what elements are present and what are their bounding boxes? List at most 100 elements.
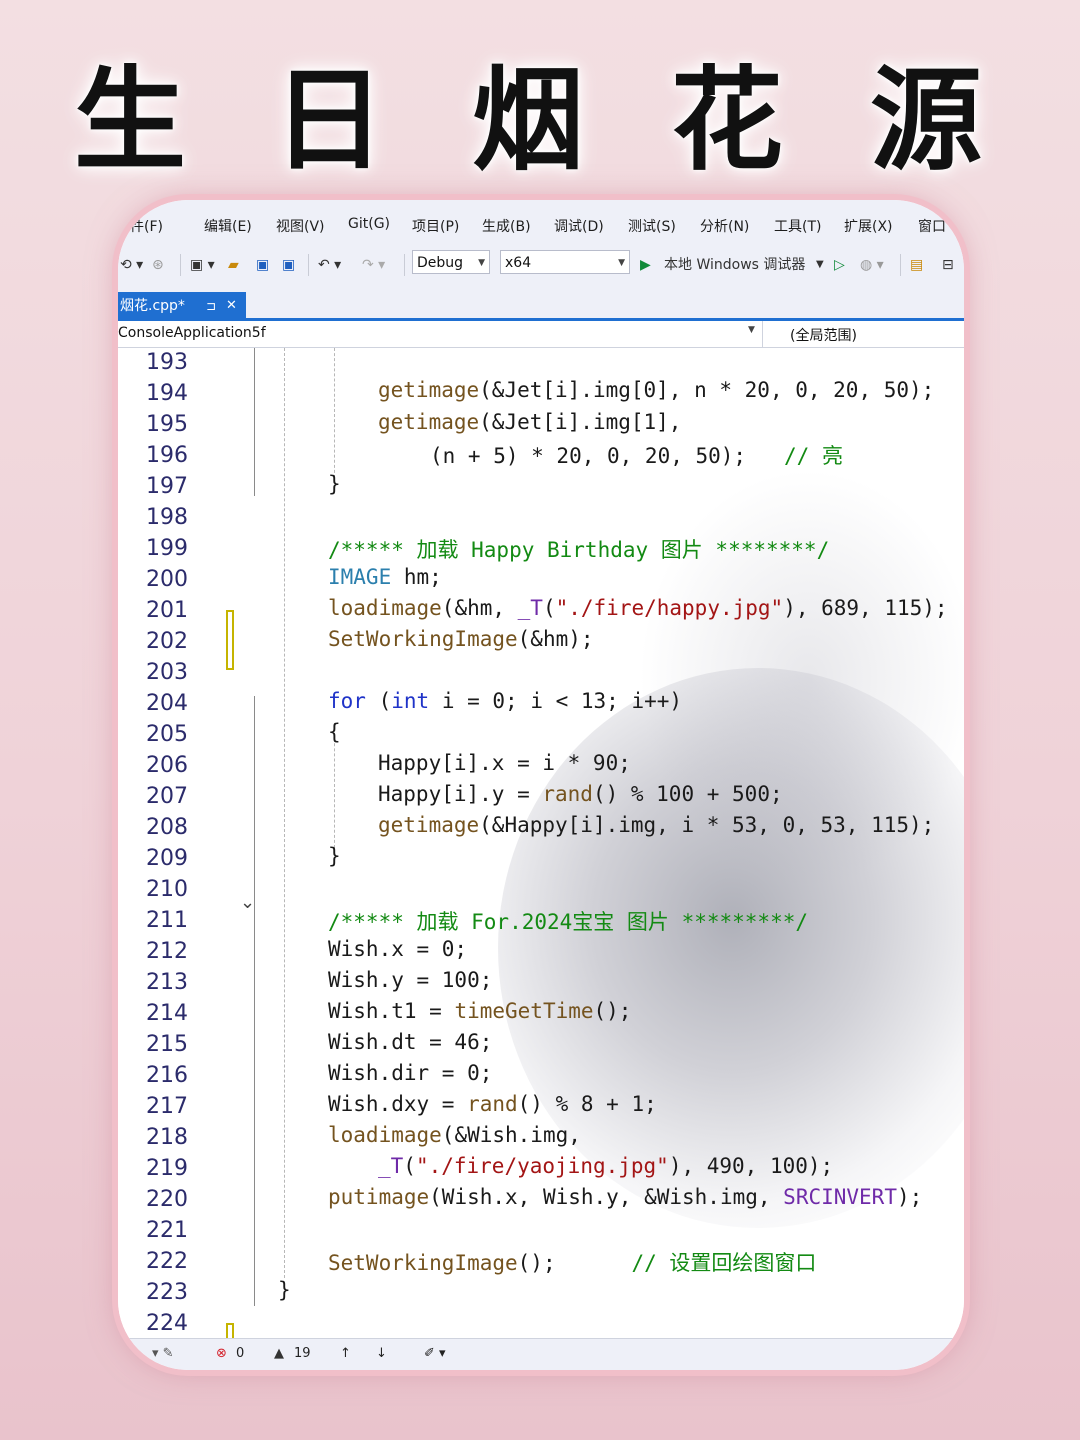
line-number: 202 [146,629,188,654]
code-line-216: Wish.dir = 0; [328,1061,493,1085]
change-marker [226,1323,234,1338]
code-line-208: getimage(&Happy[i].img, i * 53, 0, 53, 1… [378,813,935,837]
open-folder-icon[interactable]: ▰ [228,252,239,278]
code-line-214: Wish.t1 = timeGetTime(); [328,999,632,1023]
fold-bar [254,874,255,1306]
redo-icon[interactable]: ↷ ▾ [362,252,385,278]
menu-file[interactable]: 文件(F) [118,216,163,236]
warning-icon[interactable]: ▲ [274,1346,284,1361]
forward-icon[interactable]: ⊛ [152,252,164,278]
code-editor[interactable]: 193 194 195 196 197 198 199 200 201 202 203 204 205 2… [118,348,964,1338]
line-number: 200 [146,567,188,592]
line-number: 209 [146,846,188,871]
line-number: 203 [146,660,188,685]
code-line-223: } [278,1278,291,1302]
back-icon[interactable]: ⟲ ▾ [120,252,143,278]
source-control-icon[interactable]: ▾ ✎ [152,1346,174,1361]
menu-edit[interactable]: 编辑(E) [204,216,252,236]
menu-extensions[interactable]: 扩展(X) [844,216,893,236]
code-line-207: Happy[i].y = rand() % 100 + 500; [378,782,783,806]
collapse-chevron-icon[interactable]: ⌄ [240,892,255,913]
code-line-212: Wish.x = 0; [328,937,468,961]
code-line-211: /***** 加载 For.2024宝宝 图片 *********/ [328,910,809,934]
code-line-204: for (int i = 0; i < 13; i++) [328,689,683,713]
line-number: 198 [146,505,188,530]
new-project-icon[interactable]: ▣ ▾ [190,252,215,278]
menu-analyze[interactable]: 分析(N) [700,216,749,236]
line-number: 223 [146,1280,188,1305]
tab-fireworks-cpp[interactable]: 烟花.cpp* ⊐ ✕ [118,292,246,320]
code-line-197: } [328,472,341,496]
code-line-199: /***** 加载 Happy Birthday 图片 ********/ [328,538,830,562]
start-without-debug-icon[interactable]: ▷ [834,252,845,278]
line-number: 216 [146,1063,188,1088]
menu-tools[interactable]: 工具(T) [774,216,821,236]
line-number: 212 [146,939,188,964]
chevron-down-icon[interactable]: ▼ [748,325,755,335]
undo-icon[interactable]: ↶ ▾ [318,252,341,278]
overflow-icon[interactable]: ⊟ [942,252,954,278]
configuration-select[interactable]: Debug ▼ [412,250,490,274]
menu-test[interactable]: 测试(S) [628,216,676,236]
code-line-201: loadimage(&hm, _T("./fire/happy.jpg"), 6… [328,596,948,620]
code-line-213: Wish.y = 100; [328,968,493,992]
menu-view[interactable]: 视图(V) [276,216,325,236]
line-number: 224 [146,1311,188,1336]
line-number: 208 [146,815,188,840]
indent-guide [334,348,335,478]
scope-dropdown[interactable]: (全局范围) [790,325,857,345]
ide-window: 文件(F) 编辑(E) 视图(V) Git(G) 项目(P) 生成(B) 调试(… [118,200,964,1370]
code-line-200: IMAGE hm; [328,565,442,589]
line-number: 197 [146,474,188,499]
pin-icon[interactable]: ⊐ [206,292,216,320]
error-count: 0 [236,1346,245,1361]
save-icon[interactable]: ▣ [256,252,269,278]
line-number: 194 [146,381,188,406]
code-line-218: loadimage(&Wish.img, [328,1123,581,1147]
project-dropdown[interactable]: ConsoleApplication5f [118,325,266,341]
code-line-205: { [328,720,341,744]
line-number: 213 [146,970,188,995]
error-icon[interactable]: ⊗ [216,1346,227,1361]
close-icon[interactable]: ✕ [226,292,237,320]
start-debug-button[interactable]: 本地 Windows 调试器 [664,252,805,278]
tab-label: 烟花.cpp* [120,298,185,314]
line-number: 218 [146,1125,188,1150]
menu-git[interactable]: Git(G) [348,216,390,232]
code-line-202: SetWorkingImage(&hm); [328,627,594,651]
menu-debug[interactable]: 调试(D) [554,216,604,236]
line-number: 199 [146,536,188,561]
code-line-222: SetWorkingImage(); // 设置回绘图窗口 [328,1251,817,1275]
status-bar: ▾ ✎ ⊗ 0 ▲ 19 ↑ ↓ ✐ ▾ [118,1338,964,1370]
chevron-down-icon: ▼ [478,258,485,268]
indent-guide [284,348,285,1278]
code-line-209: } [328,844,341,868]
chevron-down-icon: ▼ [618,258,625,268]
line-number: 201 [146,598,188,623]
hot-reload-icon[interactable]: ◍ ▾ [860,252,884,278]
line-number: 205 [146,722,188,747]
start-debug-icon[interactable]: ▶ [640,252,651,278]
code-line-206: Happy[i].x = i * 90; [378,751,631,775]
platform-select[interactable]: x64 ▼ [500,250,630,274]
solution-explorer-icon[interactable]: ▤ [910,252,923,278]
line-number: 217 [146,1094,188,1119]
code-line-194: getimage(&Jet[i].img[0], n * 20, 0, 20, … [378,378,935,402]
change-marker [226,610,234,670]
menu-build[interactable]: 生成(B) [482,216,531,236]
cleanup-icon[interactable]: ✐ ▾ [424,1346,446,1361]
debug-target-dropdown-icon[interactable]: ▼ [816,252,824,278]
line-number: 204 [146,691,188,716]
menu-bar: 文件(F) 编辑(E) 视图(V) Git(G) 项目(P) 生成(B) 调试(… [118,200,964,246]
arrow-up-icon[interactable]: ↑ [340,1346,351,1361]
line-number: 210 [146,877,188,902]
arrow-down-icon[interactable]: ↓ [376,1346,387,1361]
line-number: 207 [146,784,188,809]
save-all-icon[interactable]: ▣ [282,252,295,278]
fold-bar [254,696,255,874]
indent-guide [334,728,335,848]
page-banner-title: 生 日 烟 花 源 码 展 示 [74,55,1006,348]
line-number: 214 [146,1001,188,1026]
menu-project[interactable]: 项目(P) [412,216,459,236]
menu-window[interactable]: 窗口 [918,216,946,236]
